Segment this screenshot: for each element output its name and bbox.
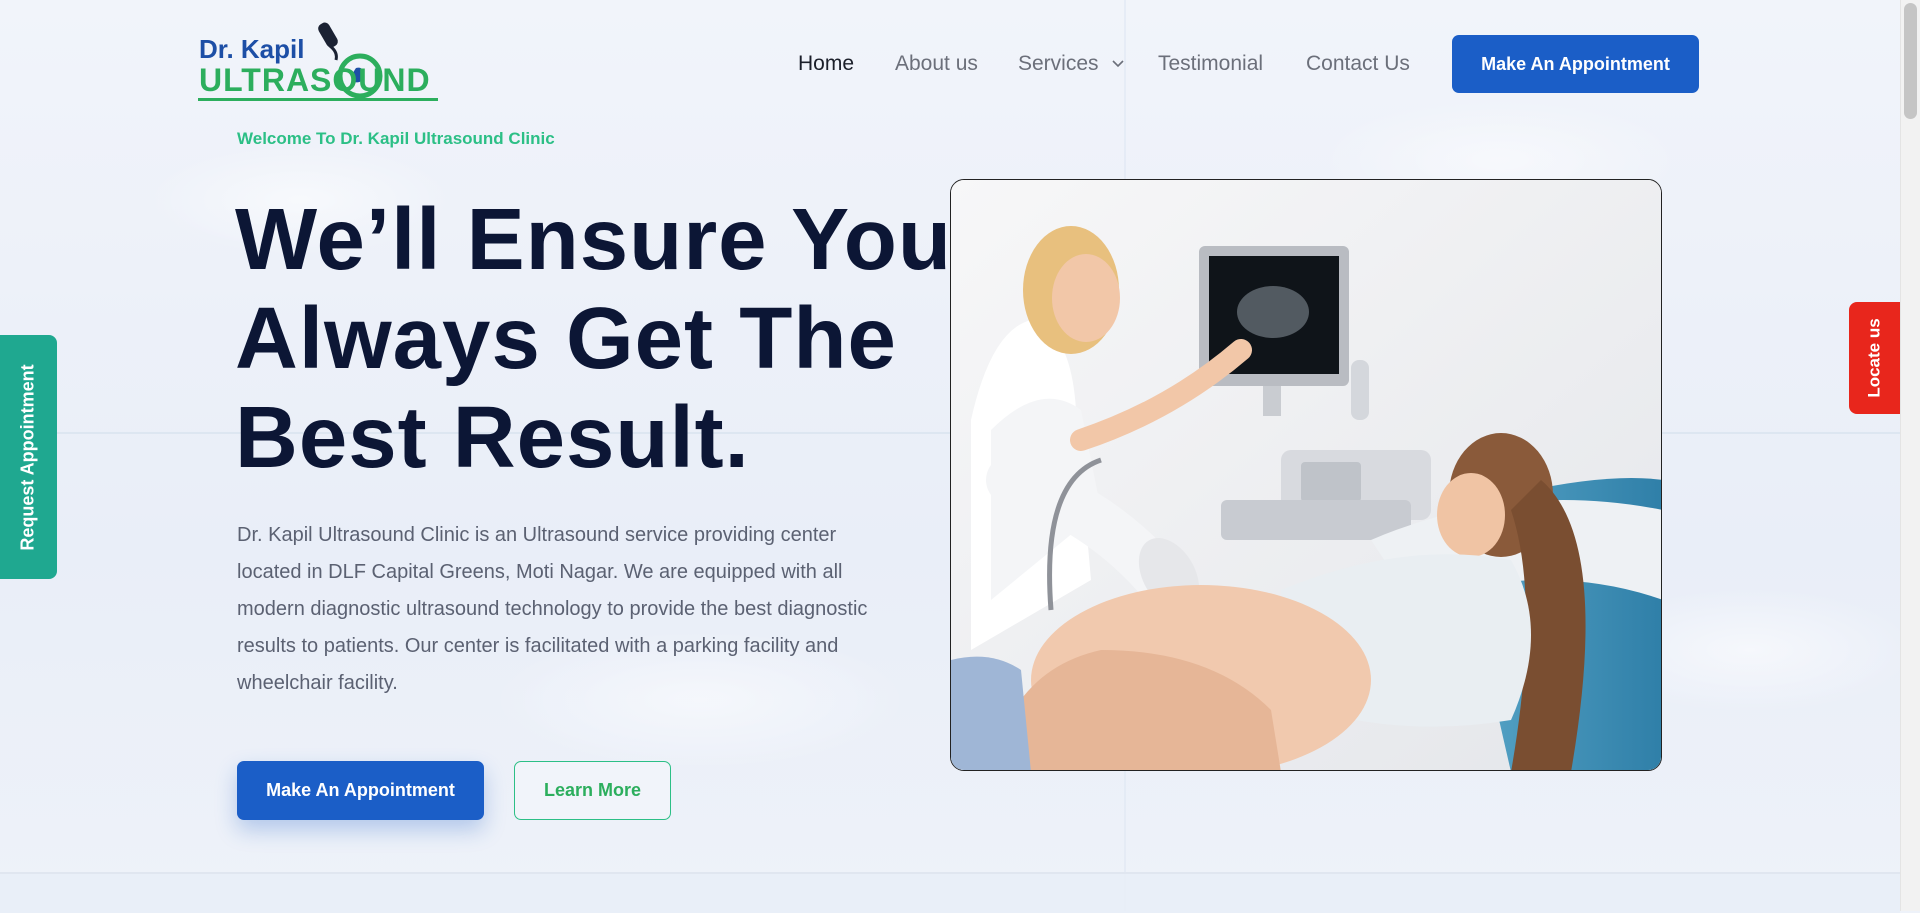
request-appointment-tab[interactable]: Request Appointment <box>0 335 57 579</box>
logo-line-1: Dr. Kapil <box>199 34 305 64</box>
headline-line-1: We’ll Ensure You <box>235 191 953 288</box>
locate-us-tab[interactable]: Locate us <box>1849 302 1900 414</box>
hero-image-ultrasound-scan <box>950 179 1662 771</box>
request-appointment-label: Request Appointment <box>18 363 39 551</box>
learn-more-button[interactable]: Learn More <box>514 761 671 820</box>
nav-about[interactable]: About us <box>895 52 978 76</box>
headline-line-2: Always Get The <box>235 290 897 387</box>
vertical-scrollbar[interactable] <box>1900 0 1920 911</box>
nav-testimonial[interactable]: Testimonial <box>1158 52 1263 76</box>
locate-us-label: Locate us <box>1864 318 1884 398</box>
header-appointment-button[interactable]: Make An Appointment <box>1452 35 1699 93</box>
site-header: Dr. Kapil ULTRASOUND Home About us Servi… <box>0 0 1900 120</box>
scrollbar-thumb[interactable] <box>1904 3 1917 119</box>
hero-appointment-button[interactable]: Make An Appointment <box>237 761 484 820</box>
nav-services-label: Services <box>1018 52 1099 75</box>
nav-testimonial-label: Testimonial <box>1158 52 1264 75</box>
chevron-down-icon <box>1112 60 1124 68</box>
nav-home[interactable]: Home <box>798 52 854 76</box>
hero-description: Dr. Kapil Ultrasound Clinic is an Ultras… <box>237 524 868 694</box>
nav-home-label: Home <box>798 52 855 75</box>
logo-underline <box>198 98 438 101</box>
nav-contact-label: Contact Us <box>1306 52 1410 75</box>
logo[interactable]: Dr. Kapil ULTRASOUND <box>198 18 443 106</box>
nav-contact[interactable]: Contact Us <box>1306 52 1410 76</box>
nav-about-label: About us <box>895 52 978 75</box>
logo-line-2: ULTRASOUND <box>199 62 431 98</box>
next-section-edge <box>0 872 1900 913</box>
headline-line-3: Best Result. <box>235 389 750 486</box>
hero-headline: We’ll Ensure You Always Get The Best Res… <box>235 190 955 487</box>
welcome-tagline: Welcome To Dr. Kapil Ultrasound Clinic <box>237 129 555 148</box>
nav-services[interactable]: Services <box>1018 52 1124 76</box>
